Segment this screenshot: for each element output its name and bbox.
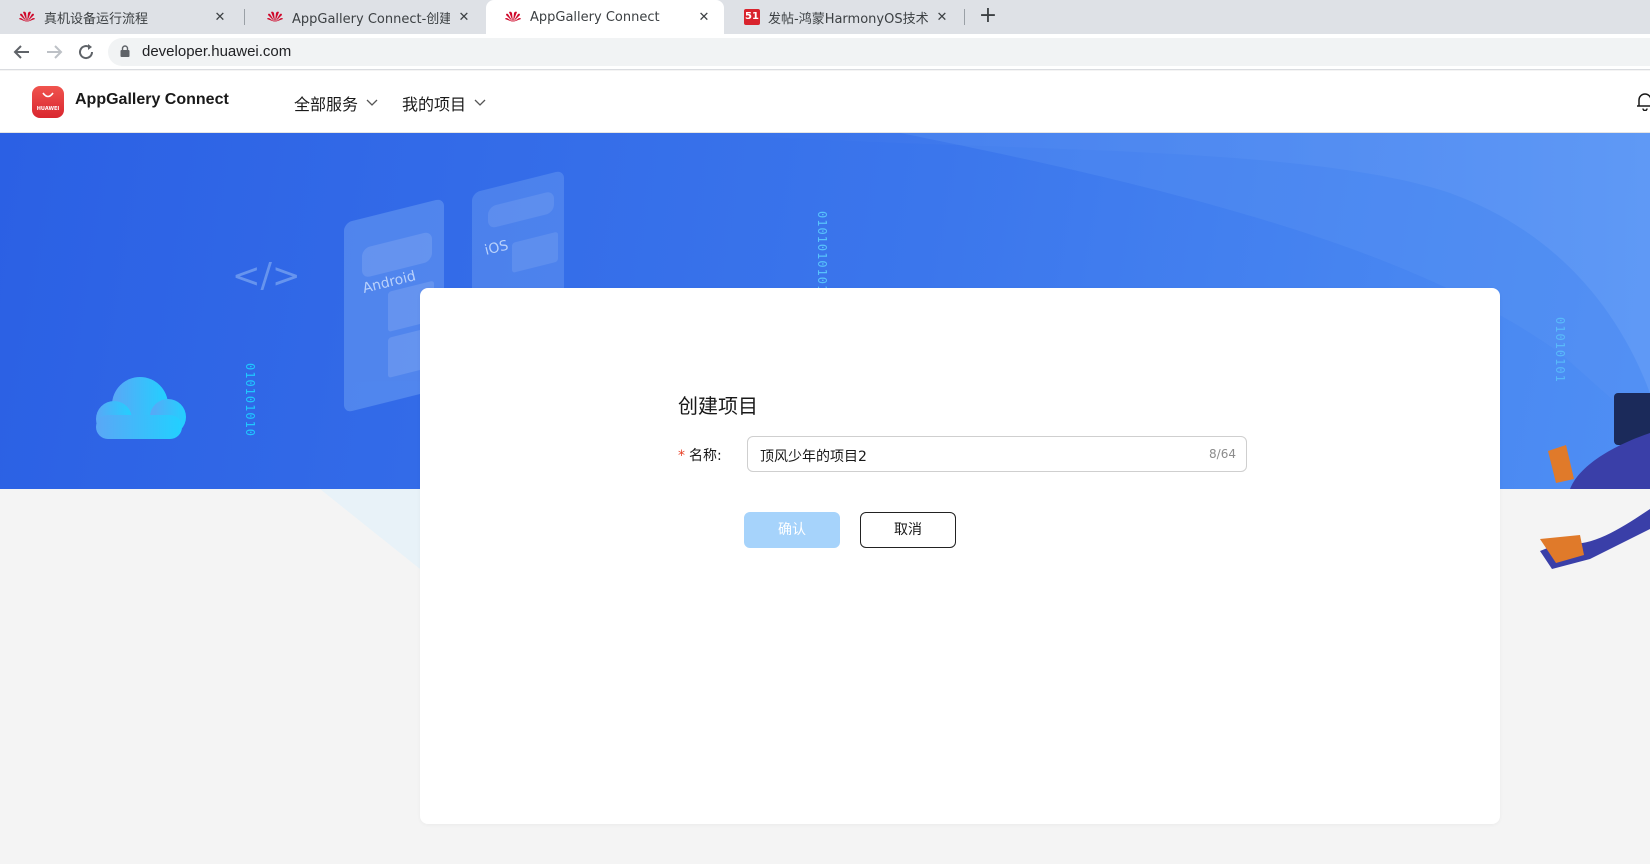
tab-title: AppGallery Connect-创建您的A [292, 11, 450, 27]
lock-icon [120, 45, 130, 57]
tab-title: 发帖-鸿蒙HarmonyOS技术社区- [768, 11, 928, 27]
back-arrow-icon[interactable] [10, 40, 34, 64]
browser-tab[interactable]: 真机设备运行流程 ✕ [0, 0, 240, 34]
page-title: 创建项目 [678, 394, 758, 418]
reload-icon[interactable] [74, 40, 98, 64]
huawei-icon [19, 11, 35, 22]
browser-tab[interactable]: AppGallery Connect-创建您的A ✕ [248, 0, 484, 34]
project-name-input[interactable]: 顶风少年的项目2 8/64 [747, 436, 1247, 472]
menu-label: 全部服务 [294, 95, 359, 114]
person-illustration [1548, 393, 1650, 489]
new-tab-button[interactable]: + [976, 5, 1000, 29]
browser-toolbar: developer.huawei.com [0, 34, 1650, 70]
name-field-label: * 名称: [678, 445, 722, 465]
cloud-icon [96, 377, 186, 439]
close-tab-icon[interactable]: ✕ [212, 10, 228, 25]
cancel-button[interactable]: 取消 [860, 512, 956, 548]
close-tab-icon[interactable]: ✕ [934, 10, 950, 25]
bell-icon[interactable] [1636, 91, 1650, 111]
brand-name[interactable]: AppGallery Connect [75, 91, 229, 109]
binary-strip: 0101010101 [815, 211, 829, 293]
menu-all-services[interactable]: 全部服务 [294, 91, 378, 115]
confirm-button[interactable]: 确认 [744, 512, 840, 548]
huawei-icon [267, 11, 283, 22]
menu-label: 我的项目 [402, 95, 467, 114]
code-icon: </> [232, 256, 300, 296]
app-header: HUAWEI AppGallery Connect 全部服务 我的项目 [0, 71, 1650, 133]
address-bar[interactable]: developer.huawei.com [108, 38, 1650, 66]
bag-icon [42, 92, 54, 98]
menu-my-projects[interactable]: 我的项目 [402, 91, 486, 115]
binary-strip: 01010101 [1553, 317, 1567, 383]
close-tab-icon[interactable]: ✕ [696, 10, 712, 25]
binary-strip: 010101010 [243, 363, 257, 437]
tab-divider [964, 9, 965, 25]
project-name-value: 顶风少年的项目2 [760, 449, 867, 465]
required-mark: * [678, 448, 685, 464]
browser-tab[interactable]: 51 发帖-鸿蒙HarmonyOS技术社区- ✕ [726, 0, 962, 34]
chevron-down-icon [474, 99, 486, 106]
appgallery-logo[interactable]: HUAWEI [32, 86, 64, 118]
forward-arrow-icon[interactable] [42, 40, 66, 64]
create-project-card: 创建项目 * 名称: 顶风少年的项目2 8/64 确认 取消 [420, 288, 1500, 824]
browser-tab-active[interactable]: AppGallery Connect ✕ [486, 0, 724, 34]
logo-text: HUAWEI [36, 106, 60, 112]
tab-divider [244, 9, 245, 25]
tab-title: AppGallery Connect [530, 9, 660, 25]
close-tab-icon[interactable]: ✕ [456, 10, 472, 25]
name-label-text: 名称: [689, 448, 722, 464]
browser-tab-strip: 真机设备运行流程 ✕ AppGallery Connect-创建您的A ✕ Ap… [0, 0, 1650, 34]
chevron-down-icon [366, 99, 378, 106]
url-text: developer.huawei.com [142, 43, 292, 60]
huawei-icon [505, 11, 521, 22]
char-counter: 8/64 [1209, 447, 1236, 461]
tab-title: 真机设备运行流程 [44, 11, 149, 27]
51cto-icon: 51 [744, 9, 760, 25]
